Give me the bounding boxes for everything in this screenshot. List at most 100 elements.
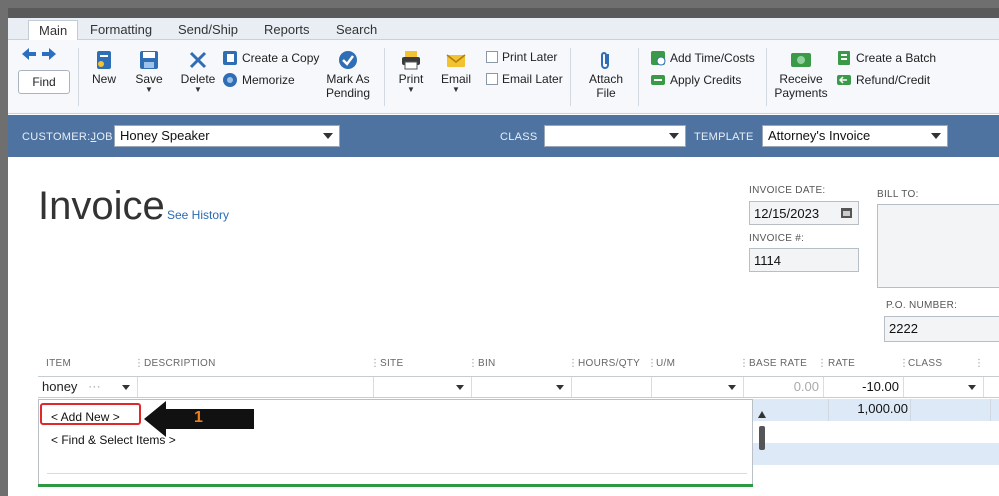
item-input-value[interactable]: honey [42, 379, 77, 394]
apply-credits-icon [651, 75, 665, 85]
table-row [752, 465, 999, 487]
email-later-check[interactable] [486, 73, 498, 85]
attach-line1: Attach [588, 72, 624, 86]
template-value: Attorney's Invoice [768, 128, 871, 143]
bill-to-field[interactable] [877, 204, 999, 288]
table-row [752, 421, 999, 443]
ribbon-separator [766, 48, 767, 106]
bin-cell[interactable] [472, 377, 572, 397]
invoice-window: Main Formatting Send/Ship Reports Search… [8, 8, 999, 496]
print-later-checkbox[interactable]: Print Later [486, 50, 557, 64]
delete-dropdown-icon[interactable]: ▼ [180, 86, 216, 94]
chevron-down-icon[interactable] [728, 385, 736, 390]
tab-search[interactable]: Search [326, 20, 387, 40]
class-dropdown[interactable] [544, 125, 686, 147]
column-header-hours-qty: HOURS/QTY [578, 358, 641, 369]
second-row-rate: 1,000.00 [857, 401, 908, 416]
chevron-down-icon [323, 133, 333, 139]
mark-as-pending-button[interactable]: Mark As Pending [324, 50, 372, 100]
column-divider: ⋮ [370, 358, 380, 369]
apply-credits-button[interactable]: Apply Credits [650, 72, 741, 88]
customer-job-value: Honey Speaker [120, 128, 210, 143]
mark-pending-line2: Pending [325, 86, 371, 100]
copy-icon [223, 51, 237, 65]
email-later-label: Email Later [502, 72, 563, 86]
delete-button[interactable]: Delete ▼ [180, 50, 216, 94]
column-header-rate: RATE [828, 358, 856, 369]
customer-header-bar: CUSTOMER:JOB Honey Speaker CLASS TEMPLAT… [8, 115, 999, 157]
new-button[interactable]: New [90, 50, 118, 86]
attach-file-button[interactable]: Attach File [584, 50, 628, 100]
email-dropdown-icon[interactable]: ▼ [440, 86, 472, 94]
save-button[interactable]: Save ▼ [134, 50, 164, 94]
add-time-costs-button[interactable]: Add Time/Costs [650, 50, 755, 66]
po-number-field[interactable]: 2222 [884, 316, 999, 342]
printer-icon [402, 51, 420, 70]
base-rate-cell[interactable]: 0.00 [744, 377, 824, 397]
item-cell[interactable]: honey ⋯ [38, 377, 138, 397]
print-button[interactable]: Print ▼ [396, 50, 426, 94]
description-cell[interactable] [138, 377, 374, 397]
save-dropdown-icon[interactable]: ▼ [134, 86, 164, 94]
batch-icon [838, 51, 850, 65]
chevron-down-icon [931, 133, 941, 139]
email-later-checkbox[interactable]: Email Later [486, 72, 563, 86]
ribbon-separator [638, 48, 639, 106]
tab-main[interactable]: Main [28, 20, 79, 41]
ribbon-tabs: Main Formatting Send/Ship Reports Search [8, 18, 999, 41]
tab-reports[interactable]: Reports [254, 20, 320, 40]
column-divider: ⋮ [468, 358, 478, 369]
save-label: Save [135, 72, 163, 86]
table-row [752, 443, 999, 465]
email-label: Email [440, 72, 471, 86]
chevron-down-icon [669, 133, 679, 139]
tab-send-ship[interactable]: Send/Ship [168, 20, 248, 40]
email-button[interactable]: Email ▼ [440, 50, 472, 94]
table-row: 1,000.00 [752, 399, 999, 487]
receive-payments-button[interactable]: Receive Payments [774, 50, 828, 100]
ribbon-separator [78, 48, 79, 106]
print-later-check[interactable] [486, 51, 498, 63]
scrollbar-icon [758, 411, 766, 450]
memorize-button[interactable]: Memorize [222, 72, 295, 88]
chevron-down-icon[interactable] [968, 385, 976, 390]
template-dropdown[interactable]: Attorney's Invoice [762, 125, 948, 147]
class-label: CLASS [500, 131, 538, 143]
site-cell[interactable] [374, 377, 472, 397]
chevron-down-icon[interactable] [556, 385, 564, 390]
column-header-site: SITE [380, 358, 404, 369]
customer-job-dropdown[interactable]: Honey Speaker [114, 125, 340, 147]
callout-number: 1 [194, 409, 203, 426]
chevron-down-icon[interactable] [122, 385, 130, 390]
find-button[interactable]: Find [18, 70, 70, 94]
memorize-icon [223, 73, 237, 87]
dropdown-scrollbar[interactable] [756, 408, 768, 486]
page-title: Invoice [38, 184, 165, 228]
dropdown-bottom-line [38, 484, 753, 487]
paperclip-icon [601, 52, 609, 69]
um-cell[interactable] [652, 377, 744, 397]
invoice-number-field[interactable]: 1114 [749, 248, 859, 272]
column-divider: ⋮ [817, 358, 827, 369]
tab-formatting[interactable]: Formatting [80, 20, 162, 40]
print-dropdown-icon[interactable]: ▼ [396, 86, 426, 94]
invoice-date-field[interactable]: 12/15/2023 [749, 201, 859, 225]
refund-icon [837, 75, 851, 85]
memorize-label: Memorize [242, 73, 295, 87]
nav-arrows [22, 48, 56, 60]
next-arrow-icon[interactable] [42, 48, 56, 60]
rate-cell[interactable]: -10.00 [824, 377, 904, 397]
class-cell[interactable] [904, 377, 984, 397]
refund-credit-button[interactable]: Refund/Credit [836, 72, 930, 88]
bill-to-label: BILL TO: [877, 189, 919, 200]
table-row-active: honey ⋯ 0.00 -10.00 [38, 376, 999, 398]
previous-arrow-icon[interactable] [22, 48, 36, 60]
hours-qty-cell[interactable] [572, 377, 652, 397]
invoice-date-label: INVOICE DATE: [749, 185, 826, 196]
calendar-icon[interactable] [841, 207, 852, 218]
ribbon-toolbar: Find New Save ▼ Delete ▼ Create a Copy M… [8, 40, 999, 114]
create-batch-button[interactable]: Create a Batch [836, 50, 936, 66]
see-history-link[interactable]: See History [167, 208, 229, 222]
create-copy-button[interactable]: Create a Copy [222, 50, 319, 66]
chevron-down-icon[interactable] [456, 385, 464, 390]
